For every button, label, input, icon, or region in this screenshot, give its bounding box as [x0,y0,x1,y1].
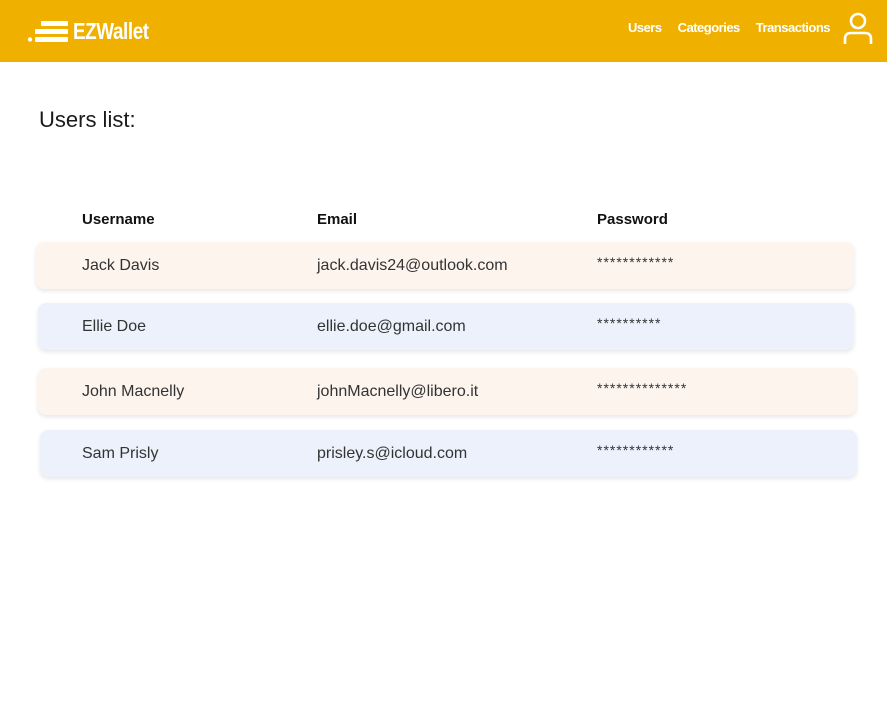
password-cell: ************** [597,380,688,396]
email-cell: ellie.doe@gmail.com [317,318,466,335]
username-cell: Ellie Doe [82,318,147,335]
top-navbar: EZWallet Users Categories Transactions [0,0,887,62]
nav-link-users[interactable]: Users [628,20,662,35]
username-cell: Sam Prisly [82,445,159,462]
table-row[interactable]: Sam Prisly prisley.s@icloud.com ********… [40,430,857,477]
email-cell: jack.davis24@outlook.com [317,257,508,274]
table-row[interactable]: Jack Davis jack.davis24@outlook.com ****… [36,242,854,289]
nav-links: Users Categories Transactions [628,20,831,35]
table-row[interactable]: Ellie Doe ellie.doe@gmail.com ********** [38,303,854,350]
password-cell: ************ [597,254,675,270]
brand[interactable]: EZWallet [27,14,165,48]
brand-name: EZWallet [73,17,149,44]
password-cell: ********** [597,315,662,331]
column-header-email: Email [317,211,358,228]
email-cell: johnMacnelly@libero.it [317,383,479,400]
password-cell: ************ [597,442,675,458]
nav-link-transactions[interactable]: Transactions [756,20,831,35]
table-row[interactable]: John Macnelly johnMacnelly@libero.it ***… [38,368,856,415]
email-cell: prisley.s@icloud.com [317,445,468,462]
nav-link-categories[interactable]: Categories [678,20,741,35]
page-title: Users list: [39,107,136,132]
wallet-logo-icon [27,21,68,42]
table-header: Username Email Password [82,211,842,231]
column-header-username: Username [82,211,155,228]
username-cell: Jack Davis [82,257,160,274]
column-header-password: Password [597,211,668,228]
username-cell: John Macnelly [82,383,185,400]
user-icon[interactable] [842,12,874,46]
